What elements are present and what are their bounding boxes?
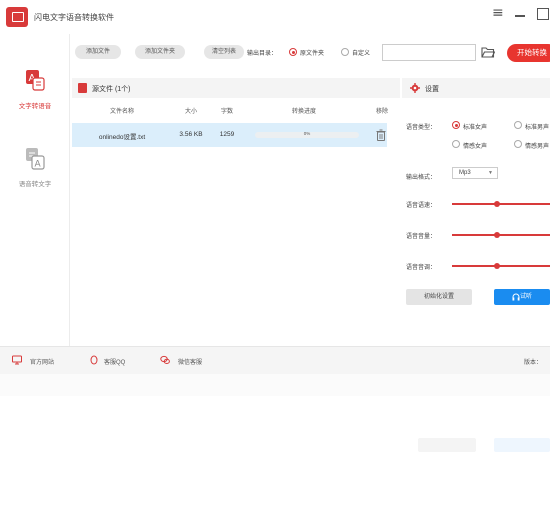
file-char-count: 1259 bbox=[219, 131, 235, 138]
conversion-progress-bar: 0% bbox=[255, 131, 359, 138]
maximize-icon[interactable] bbox=[537, 8, 549, 20]
monitor-icon bbox=[12, 355, 22, 365]
wechat-support-link[interactable]: 微信客服 bbox=[178, 357, 202, 366]
app-logo-icon bbox=[6, 7, 28, 27]
svg-text:A: A bbox=[35, 160, 42, 170]
minimize-icon[interactable] bbox=[515, 15, 525, 17]
speed-slider-handle[interactable] bbox=[494, 201, 501, 207]
output-source-folder-radio[interactable] bbox=[289, 48, 297, 56]
file-list-icon bbox=[78, 83, 87, 93]
toolbar: 添加文件 添加文件夹 清空列表 输出目录： 原文件夹 自定义 开始转换 bbox=[70, 34, 550, 74]
qq-icon bbox=[90, 355, 98, 365]
column-header-name: 文件名称 bbox=[109, 109, 134, 115]
wechat-icon bbox=[160, 355, 170, 364]
pitch-slider[interactable] bbox=[452, 263, 550, 269]
source-files-panel: 源文件 (1个) 文件名称 大小 字数 转换进度 移除 onlinedo设置.t… bbox=[72, 78, 400, 346]
gear-icon bbox=[410, 83, 420, 93]
sidebar-item-label: 文字转语音 bbox=[18, 103, 52, 110]
voice-emotional-male-radio[interactable] bbox=[514, 140, 522, 148]
faded-footer-strip bbox=[0, 374, 550, 396]
column-header-chars: 字数 bbox=[220, 109, 233, 115]
footer-bar: 官方网站 客服QQ 微信客服 版本： bbox=[0, 346, 550, 374]
add-file-button[interactable]: 添加文件 bbox=[75, 45, 121, 59]
sidebar-item-label: 语音转文字 bbox=[18, 181, 52, 188]
official-site-link[interactable]: 官方网站 bbox=[30, 357, 54, 366]
faded-button bbox=[418, 438, 476, 452]
clear-list-button[interactable]: 清空列表 bbox=[204, 45, 244, 59]
voice-standard-female-radio[interactable] bbox=[452, 121, 460, 129]
start-convert-button[interactable]: 开始转换 bbox=[507, 44, 550, 62]
pitch-slider-handle[interactable] bbox=[494, 263, 501, 269]
output-custom-label: 自定义 bbox=[352, 51, 371, 57]
settings-title: 设置 bbox=[425, 86, 439, 93]
source-files-header: 源文件 (1个) bbox=[72, 78, 400, 98]
file-size: 3.56 KB bbox=[179, 131, 203, 138]
faded-background-area bbox=[0, 374, 550, 530]
voice-emotional-male-label: 情感男声 bbox=[525, 144, 550, 150]
output-format-value: Mp3 bbox=[459, 170, 471, 176]
sidebar: A 文字转语音 A 语音转文字 bbox=[0, 34, 70, 346]
app-title: 闪电文字语音转换软件 bbox=[34, 13, 114, 22]
version-label: 版本： bbox=[524, 360, 543, 366]
trash-icon[interactable] bbox=[376, 129, 386, 141]
menu-icon[interactable]: ≡ bbox=[492, 5, 504, 21]
table-row[interactable]: onlinedo设置.txt 3.56 KB 1259 0% bbox=[72, 123, 387, 147]
voice-standard-male-radio[interactable] bbox=[514, 121, 522, 129]
chevron-down-icon: ▼ bbox=[488, 170, 493, 176]
speech-to-text-icon: A bbox=[26, 148, 45, 170]
file-name: onlinedo设置.txt bbox=[98, 134, 146, 141]
folder-open-icon[interactable] bbox=[481, 46, 495, 58]
output-dir-label: 输出目录： bbox=[247, 51, 278, 57]
output-format-label: 输出格式： bbox=[406, 175, 437, 181]
add-folder-button[interactable]: 添加文件夹 bbox=[135, 45, 185, 59]
output-format-select[interactable]: Mp3 ▼ bbox=[452, 167, 498, 179]
source-files-title: 源文件 (1个) bbox=[92, 86, 131, 93]
speed-slider[interactable] bbox=[452, 201, 550, 207]
volume-label: 语音音量： bbox=[406, 234, 437, 240]
output-path-input[interactable] bbox=[382, 44, 476, 61]
column-header-progress: 转换进度 bbox=[291, 109, 316, 115]
sidebar-item-text-to-speech[interactable]: A 文字转语音 bbox=[0, 64, 70, 124]
pitch-label: 语音音调： bbox=[406, 265, 437, 271]
volume-slider[interactable] bbox=[452, 232, 550, 238]
settings-header: 设置 bbox=[402, 78, 550, 98]
preview-listen-label: 试听 bbox=[520, 294, 533, 300]
text-to-speech-icon: A bbox=[26, 70, 45, 91]
conversion-progress-text: 0% bbox=[303, 131, 311, 136]
voice-emotional-female-radio[interactable] bbox=[452, 140, 460, 148]
reset-settings-button[interactable]: 初始化设置 bbox=[406, 289, 472, 305]
column-header-remove: 移除 bbox=[375, 109, 388, 115]
voice-type-label: 语音类型： bbox=[406, 125, 437, 131]
voice-standard-female-label: 标准女声 bbox=[463, 125, 488, 131]
voice-standard-male-label: 标准男声 bbox=[525, 125, 550, 131]
column-header-size: 大小 bbox=[184, 109, 197, 115]
settings-panel: 设置 语音类型： 标准女声 标准男声 情感女声 情感男声 输出格式： Mp3 ▼… bbox=[402, 78, 550, 346]
qq-support-link[interactable]: 客服QQ bbox=[104, 357, 125, 366]
title-bar: 闪电文字语音转换软件 ≡ bbox=[0, 0, 550, 34]
speed-label: 语音语速： bbox=[406, 203, 437, 209]
output-source-folder-label: 原文件夹 bbox=[300, 51, 325, 57]
headphone-icon bbox=[512, 293, 520, 301]
sidebar-item-speech-to-text[interactable]: A 语音转文字 bbox=[0, 142, 70, 202]
voice-emotional-female-label: 情感女声 bbox=[463, 144, 488, 150]
preview-listen-button[interactable]: 试听 bbox=[494, 289, 550, 305]
output-custom-radio[interactable] bbox=[341, 48, 349, 56]
faded-button bbox=[494, 438, 550, 452]
volume-slider-handle[interactable] bbox=[494, 232, 501, 238]
